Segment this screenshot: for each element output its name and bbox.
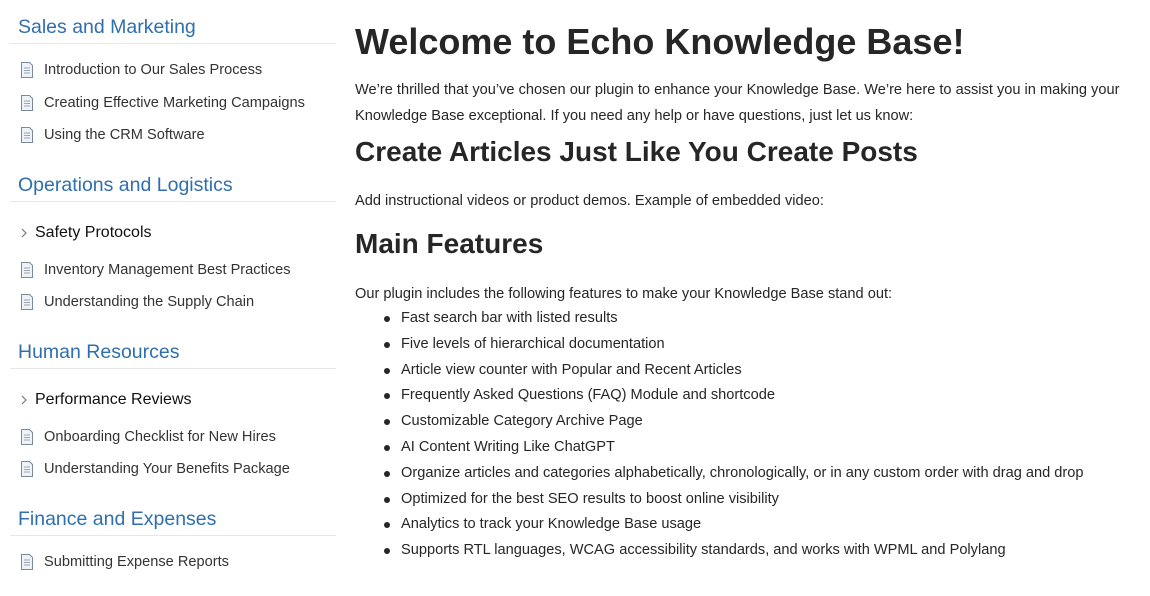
category-sidebar: Sales and Marketing Introduction to Our …	[10, 0, 336, 584]
bullet-icon	[384, 470, 390, 477]
list-item: Customizable Category Archive Page	[355, 409, 1150, 435]
document-icon	[21, 294, 33, 311]
document-icon	[21, 127, 33, 144]
bullet-icon	[384, 496, 390, 503]
article-title: Submitting Expense Reports	[44, 553, 229, 570]
feature-text: Article view counter with Popular and Re…	[401, 361, 742, 378]
article-link[interactable]: Using the CRM Software	[10, 119, 336, 152]
bullet-icon	[384, 548, 390, 555]
feature-text: Fast search bar with listed results	[401, 310, 618, 326]
document-icon	[21, 428, 33, 445]
feature-list: Fast search bar with listed results Five…	[355, 306, 1150, 564]
list-item: Organize articles and categories alphabe…	[355, 461, 1150, 487]
category-title[interactable]: Finance and Expenses	[10, 492, 336, 536]
feature-text: Five levels of hierarchical documentatio…	[401, 335, 665, 352]
knowledge-base-page: Sales and Marketing Introduction to Our …	[0, 0, 1150, 596]
list-item: Supports RTL languages, WCAG accessibili…	[355, 538, 1150, 564]
feature-text: Analytics to track your Knowledge Base u…	[401, 516, 702, 533]
article-title: Introduction to Our Sales Process	[44, 62, 263, 79]
article-link[interactable]: Understanding Your Benefits Package	[10, 453, 336, 486]
intro-paragraph: We’re thrilled that you’ve chosen our pl…	[355, 82, 1120, 124]
feature-text: Supports RTL languages, WCAG accessibili…	[401, 542, 1006, 559]
article-link[interactable]: Onboarding Checklist for New Hires	[10, 421, 336, 454]
list-item: Frequently Asked Questions (FAQ) Module …	[355, 383, 1150, 409]
category-operations-and-logistics: Operations and Logistics Safety Protocol…	[10, 158, 336, 325]
section-heading-main-features: Main Features	[355, 228, 544, 259]
page-title: Welcome to Echo Knowledge Base!	[355, 21, 965, 62]
chevron-right-icon	[21, 228, 27, 237]
category-sales-and-marketing: Sales and Marketing Introduction to Our …	[10, 0, 336, 158]
article-link[interactable]: Submitting Expense Reports	[10, 546, 336, 579]
list-item: Fast search bar with listed results	[355, 306, 1150, 332]
chevron-right-icon	[21, 395, 27, 404]
article-link[interactable]: Understanding the Supply Chain	[10, 286, 336, 319]
document-icon	[21, 62, 33, 79]
category-title[interactable]: Operations and Logistics	[10, 158, 336, 202]
bullet-icon	[384, 444, 390, 451]
article-link[interactable]: Introduction to Our Sales Process	[10, 54, 336, 87]
article-content: Welcome to Echo Knowledge Base! We’re th…	[355, 0, 1150, 564]
document-icon	[21, 94, 33, 111]
list-item: Optimized for the best SEO results to bo…	[355, 487, 1150, 513]
list-item: Analytics to track your Knowledge Base u…	[355, 512, 1150, 538]
feature-text: AI Content Writing Like ChatGPT	[401, 438, 615, 455]
list-item: Five levels of hierarchical documentatio…	[355, 332, 1150, 358]
article-title: Understanding Your Benefits Package	[44, 461, 290, 478]
bullet-icon	[384, 522, 390, 529]
category-human-resources: Human Resources Performance Reviews Onbo…	[10, 325, 336, 492]
list-item: AI Content Writing Like ChatGPT	[355, 435, 1150, 461]
document-icon	[21, 261, 33, 278]
article-list: Performance Reviews Onboarding Checklist…	[10, 369, 336, 492]
article-title: Creating Effective Marketing Campaigns	[44, 94, 305, 111]
subcategory-title: Performance Reviews	[35, 390, 192, 408]
bullet-icon	[384, 316, 390, 322]
feature-text: Optimized for the best SEO results to bo…	[401, 490, 779, 507]
category-title[interactable]: Sales and Marketing	[10, 0, 336, 44]
article-link[interactable]: Creating Effective Marketing Campaigns	[10, 87, 336, 120]
subcategory-toggle[interactable]: Safety Protocols	[10, 212, 336, 254]
bullet-icon	[384, 367, 390, 374]
bullet-icon	[384, 419, 390, 426]
section-paragraph-video: Add instructional videos or product demo…	[355, 193, 824, 209]
subcategory-toggle[interactable]: Performance Reviews	[10, 379, 336, 421]
category-title[interactable]: Human Resources	[10, 325, 336, 369]
subcategory-title: Safety Protocols	[35, 223, 152, 241]
article-list: Introduction to Our Sales Process Creati…	[10, 44, 336, 158]
list-item: Article view counter with Popular and Re…	[355, 358, 1150, 384]
document-icon	[21, 553, 33, 570]
article-title: Onboarding Checklist for New Hires	[44, 428, 276, 445]
feature-text: Organize articles and categories alphabe…	[401, 464, 1084, 481]
article-list: Submitting Expense Reports	[10, 536, 336, 585]
feature-text: Customizable Category Archive Page	[401, 413, 643, 430]
category-finance-and-expenses: Finance and Expenses Submitting Expense …	[10, 492, 336, 585]
bullet-icon	[384, 341, 390, 348]
features-intro: Our plugin includes the following featur…	[355, 286, 893, 302]
bullet-icon	[384, 393, 390, 400]
article-link[interactable]: Inventory Management Best Practices	[10, 254, 336, 287]
article-title: Inventory Management Best Practices	[44, 261, 291, 278]
section-heading-create-articles: Create Articles Just Like You Create Pos…	[355, 136, 918, 167]
feature-text: Frequently Asked Questions (FAQ) Module …	[401, 387, 775, 404]
article-title: Using the CRM Software	[44, 127, 205, 144]
article-title: Understanding the Supply Chain	[44, 294, 255, 311]
document-icon	[21, 461, 33, 478]
article-list: Safety Protocols Inventory Management Be…	[10, 202, 336, 325]
